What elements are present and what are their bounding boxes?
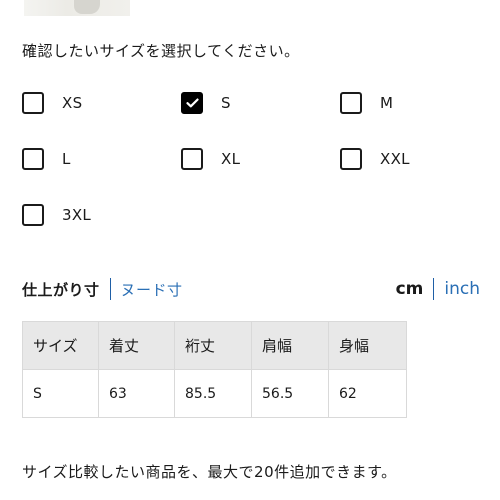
size-option-3xl[interactable]: 3XL <box>22 204 142 226</box>
unit-cm-button[interactable]: cm <box>396 279 424 299</box>
size-option-label: L <box>62 150 71 168</box>
table-cell-sleeve: 85.5 <box>174 369 252 418</box>
size-xs-checkbox[interactable] <box>22 92 44 114</box>
column-header-shoulder: 肩幅 <box>251 321 329 370</box>
product-image-detail <box>74 0 100 14</box>
size-option-label: S <box>221 94 231 112</box>
size-l-checkbox[interactable] <box>22 148 44 170</box>
table-header-row: サイズ 着丈 裄丈 肩幅 身幅 <box>22 321 407 370</box>
size-option-label: M <box>380 94 394 112</box>
size-select-instruction: 確認したいサイズを選択してください。 <box>22 42 300 60</box>
product-image-fragment <box>24 0 130 16</box>
size-xl-checkbox[interactable] <box>181 148 203 170</box>
unit-toggle: cm inch <box>396 278 480 300</box>
size-s-checkbox[interactable] <box>181 92 203 114</box>
size-3xl-checkbox[interactable] <box>22 204 44 226</box>
size-option-s[interactable]: S <box>181 92 301 114</box>
size-option-label: 3XL <box>62 206 92 224</box>
size-option-xl[interactable]: XL <box>181 148 301 170</box>
size-xxl-checkbox[interactable] <box>340 148 362 170</box>
column-header-sleeve: 裄丈 <box>174 321 252 370</box>
size-m-checkbox[interactable] <box>340 92 362 114</box>
table-cell-size: S <box>22 369 99 418</box>
size-option-label: XS <box>62 94 83 112</box>
tab-finished-size[interactable]: 仕上がり寸 <box>22 279 100 300</box>
measurement-type-tabs: 仕上がり寸 ヌード寸 <box>22 278 183 300</box>
tab-nude-size[interactable]: ヌード寸 <box>121 279 183 300</box>
tab-divider <box>109 278 111 300</box>
size-option-l[interactable]: L <box>22 148 142 170</box>
size-chart-table: サイズ 着丈 裄丈 肩幅 身幅 S 63 85.5 56.5 62 <box>22 321 407 418</box>
column-header-length: 着丈 <box>98 321 175 370</box>
check-icon <box>185 98 199 108</box>
size-option-m[interactable]: M <box>340 92 460 114</box>
table-cell-chest: 62 <box>328 369 407 418</box>
table-row: S 63 85.5 56.5 62 <box>22 369 407 418</box>
measurement-controls: 仕上がり寸 ヌード寸 cm inch <box>22 276 480 302</box>
size-option-label: XXL <box>380 150 410 168</box>
size-option-xs[interactable]: XS <box>22 92 142 114</box>
size-compare-note: サイズ比較したい商品を、最大で20件追加できます。 <box>22 463 397 481</box>
table-cell-length: 63 <box>98 369 175 418</box>
table-cell-shoulder: 56.5 <box>251 369 329 418</box>
column-header-size: サイズ <box>22 321 99 370</box>
size-option-label: XL <box>221 150 241 168</box>
column-header-chest: 身幅 <box>328 321 407 370</box>
unit-divider <box>433 278 435 300</box>
size-option-xxl[interactable]: XXL <box>340 148 460 170</box>
unit-inch-button[interactable]: inch <box>444 279 480 299</box>
